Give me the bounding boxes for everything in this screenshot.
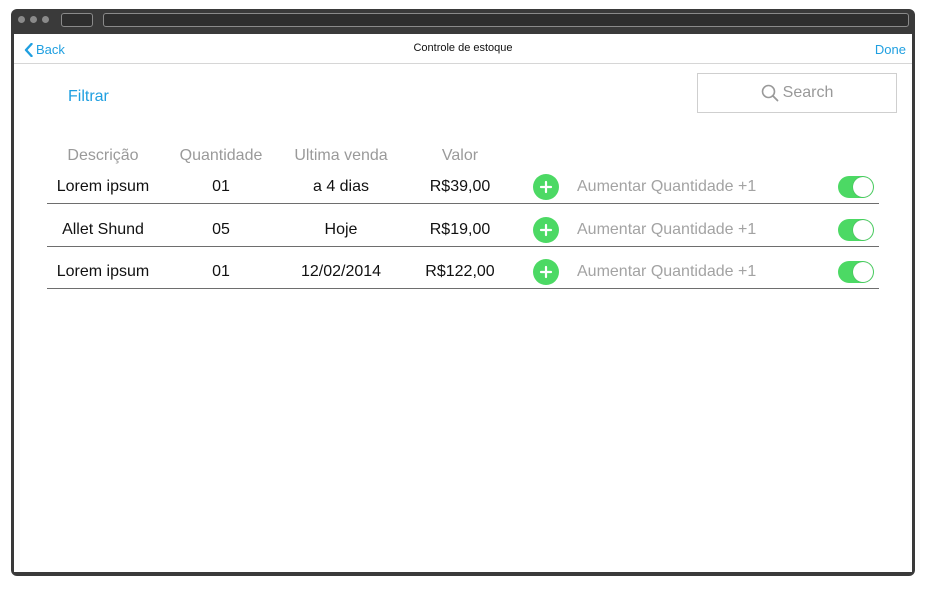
row-toggle[interactable] — [838, 261, 874, 283]
search-placeholder: Search — [782, 84, 834, 101]
filter-button[interactable]: Filtrar — [68, 88, 109, 106]
cell-quantidade: 05 — [212, 221, 230, 238]
cell-ultima-venda: 12/02/2014 — [300, 263, 382, 280]
search-input[interactable]: Search — [697, 73, 897, 113]
table-row: Allet Shund 05 Hoje R$19,00 Aumentar Qua… — [47, 217, 879, 262]
plus-icon — [539, 265, 553, 279]
navigation-bar: Back Controle de estoque Done — [14, 34, 912, 64]
cell-valor: R$122,00 — [425, 263, 495, 280]
column-header-descricao: Descrição — [67, 147, 139, 164]
search-icon — [761, 84, 779, 102]
page-title: Controle de estoque — [413, 42, 513, 54]
plus-icon — [539, 180, 553, 194]
row-divider — [47, 203, 879, 204]
add-quantity-label: Aumentar Quantidade +1 — [577, 178, 757, 195]
cell-valor: R$19,00 — [429, 221, 491, 238]
row-toggle[interactable] — [838, 219, 874, 241]
toggle-knob — [853, 220, 873, 240]
plus-icon — [539, 223, 553, 237]
column-header-valor: Valor — [441, 147, 479, 164]
table-row: Lorem ipsum 01 12/02/2014 R$122,00 Aumen… — [47, 259, 879, 304]
row-divider — [47, 288, 879, 289]
add-quantity-label: Aumentar Quantidade +1 — [577, 263, 757, 280]
window-maximize-dot[interactable] — [42, 16, 49, 23]
cell-descricao: Lorem ipsum — [56, 178, 150, 195]
window-close-dot[interactable] — [18, 16, 25, 23]
cell-quantidade: 01 — [212, 178, 230, 195]
add-quantity-button[interactable] — [533, 259, 559, 285]
cell-ultima-venda: a 4 dias — [312, 178, 370, 195]
add-quantity-label: Aumentar Quantidade +1 — [577, 221, 757, 238]
row-divider — [47, 246, 879, 247]
cell-descricao: Allet Shund — [62, 221, 144, 238]
cell-ultima-venda: Hoje — [324, 221, 358, 238]
app-screen: Back Controle de estoque Done Filtrar Se… — [14, 34, 912, 572]
device-frame: Back Controle de estoque Done Filtrar Se… — [11, 9, 915, 576]
cell-descricao: Lorem ipsum — [56, 263, 150, 280]
toggle-knob — [853, 262, 873, 282]
cell-quantidade: 01 — [212, 263, 230, 280]
titlebar-button[interactable] — [61, 13, 93, 27]
column-header-ultima-venda: Ultima venda — [294, 147, 388, 164]
column-header-quantidade: Quantidade — [179, 147, 263, 164]
add-quantity-button[interactable] — [533, 174, 559, 200]
add-quantity-button[interactable] — [533, 217, 559, 243]
toggle-knob — [853, 177, 873, 197]
done-button[interactable]: Done — [875, 42, 906, 57]
window-minimize-dot[interactable] — [30, 16, 37, 23]
cell-valor: R$39,00 — [429, 178, 491, 195]
table-row: Lorem ipsum 01 a 4 dias R$39,00 Aumentar… — [47, 174, 879, 219]
window-titlebar — [11, 9, 915, 34]
row-toggle[interactable] — [838, 176, 874, 198]
address-bar[interactable] — [103, 13, 909, 27]
